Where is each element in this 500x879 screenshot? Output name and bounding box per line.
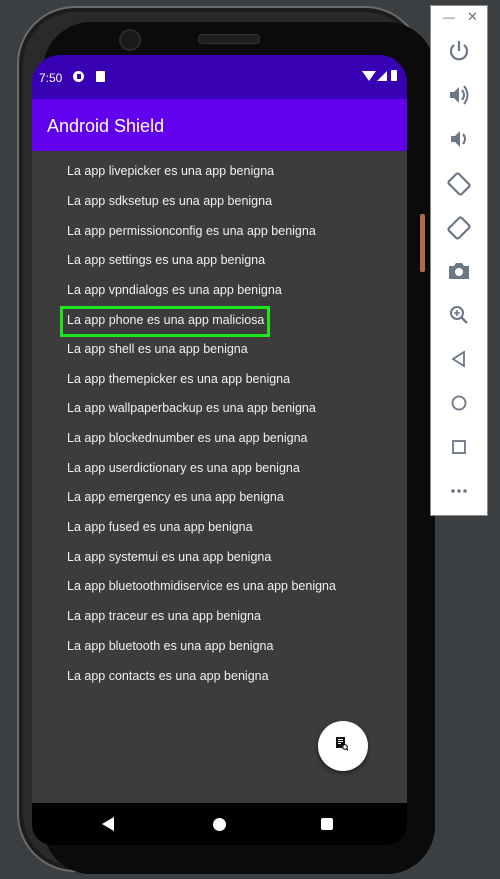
sd-card-icon xyxy=(96,71,105,82)
overview-icon[interactable] xyxy=(444,432,474,462)
app-bar: Android Shield xyxy=(32,99,407,151)
list-item[interactable]: La app traceur es una app benigna xyxy=(67,609,261,623)
list-item[interactable]: La app themepicker es una app benigna xyxy=(67,372,290,386)
nav-recents-button[interactable] xyxy=(321,818,333,830)
close-icon[interactable]: ✕ xyxy=(467,9,478,25)
emulator-toolbar: — ✕ xyxy=(430,5,488,516)
volume-up-icon[interactable] xyxy=(444,80,474,110)
wifi-icon xyxy=(362,71,376,81)
rotate-left-icon[interactable] xyxy=(444,169,474,199)
rotate-right-icon[interactable] xyxy=(444,213,474,243)
list-item[interactable]: La app bluetoothmidiservice es una app b… xyxy=(67,579,336,593)
status-bar: 7:50 xyxy=(32,55,407,99)
power-icon[interactable] xyxy=(444,36,474,66)
status-time: 7:50 xyxy=(39,71,63,85)
list-item[interactable]: La app vpndialogs es una app benigna xyxy=(67,283,282,297)
list-item[interactable]: La app emergency es una app benigna xyxy=(67,490,284,504)
app-title: Android Shield xyxy=(47,116,165,136)
minimize-icon[interactable]: — xyxy=(443,10,455,24)
nav-back-button[interactable] xyxy=(102,817,114,831)
list-item[interactable]: La app systemui es una app benigna xyxy=(67,550,271,564)
list-item[interactable]: La app livepicker es una app benigna xyxy=(67,164,274,178)
list-item[interactable]: La app sdksetup es una app benigna xyxy=(67,194,272,208)
emulator-toolbar-header: — ✕ xyxy=(431,6,487,30)
back-icon[interactable] xyxy=(444,344,474,374)
signal-icon xyxy=(377,71,387,81)
app-list[interactable]: La app livepicker es una app benigna La … xyxy=(32,151,407,803)
zoom-icon[interactable] xyxy=(444,300,474,330)
notification-app-icon xyxy=(73,71,84,82)
navigation-bar xyxy=(32,803,407,845)
battery-icon xyxy=(391,70,397,81)
list-item[interactable]: La app userdictionary es una app benigna xyxy=(67,461,300,475)
list-item[interactable]: La app permissionconfig es una app benig… xyxy=(67,224,316,238)
scan-fab-button[interactable] xyxy=(318,721,368,771)
camera-icon[interactable] xyxy=(444,256,474,286)
volume-down-icon[interactable] xyxy=(444,124,474,154)
list-item[interactable]: La app settings es una app benigna xyxy=(67,253,265,267)
document-search-icon xyxy=(336,737,348,751)
list-item[interactable]: La app wallpaperbackup es una app benign… xyxy=(67,401,316,415)
earpiece-speaker xyxy=(198,34,260,44)
list-item[interactable]: La app bluetooth es una app benigna xyxy=(67,639,273,653)
home-icon[interactable] xyxy=(444,388,474,418)
list-item[interactable]: La app shell es una app benigna xyxy=(67,342,248,356)
list-item[interactable]: La app fused es una app benigna xyxy=(67,520,253,534)
list-item[interactable]: La app blockednumber es una app benigna xyxy=(67,431,307,445)
front-camera xyxy=(119,29,141,51)
device-screen: 7:50 Android Shield La app livepicker es… xyxy=(32,55,407,845)
list-item[interactable]: La app contacts es una app benigna xyxy=(67,669,269,683)
more-icon[interactable] xyxy=(444,476,474,506)
phone-side-button[interactable] xyxy=(420,214,425,272)
malicious-highlight-box xyxy=(60,306,270,337)
nav-home-button[interactable] xyxy=(213,818,226,831)
